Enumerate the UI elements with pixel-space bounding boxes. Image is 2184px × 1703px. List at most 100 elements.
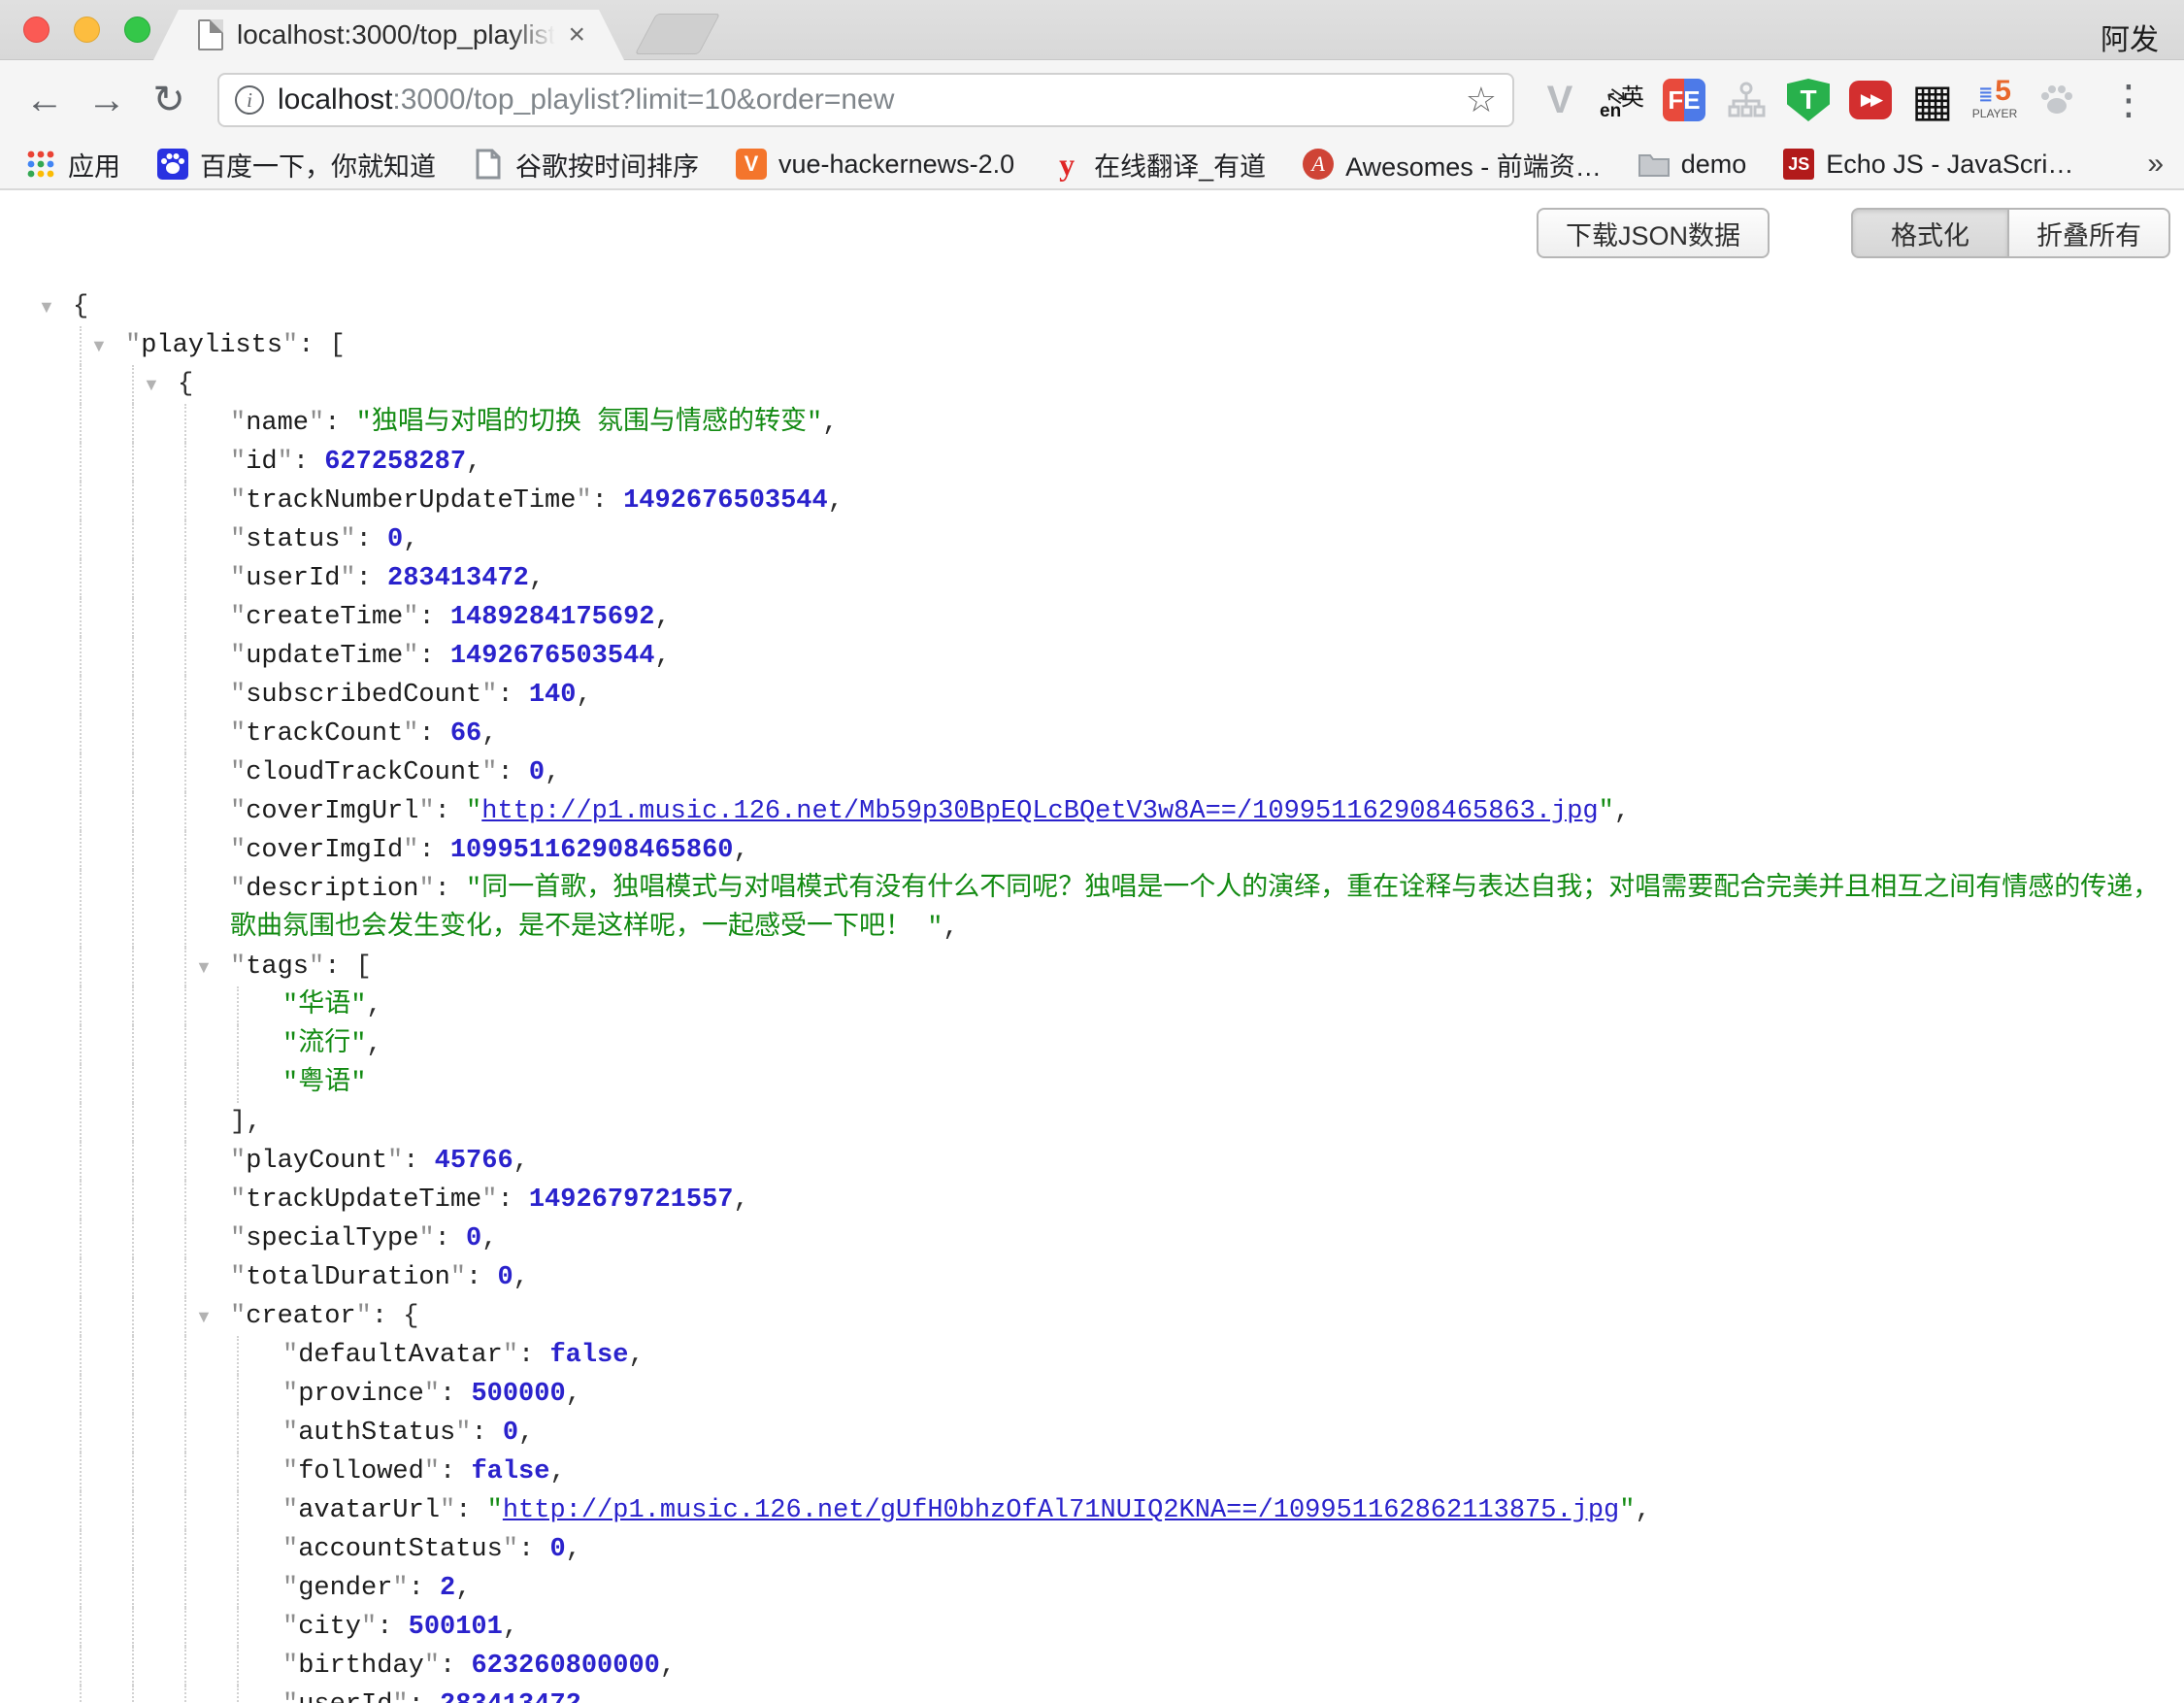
vue-devtools-extension-icon[interactable]: V — [1538, 78, 1582, 122]
json-url-link[interactable]: http://p1.music.126.net/gUfH0bhzOfAl71NU… — [503, 1496, 1619, 1525]
tab-bar: localhost:3000/top_playlist?lim × 阿发 — [0, 0, 2184, 60]
format-button[interactable]: 格式化 — [1851, 208, 2008, 258]
json-line: "粤语" — [0, 1064, 2176, 1103]
json-line: "status": 0, — [0, 520, 2176, 559]
qr-code-extension-icon[interactable]: ▦ — [1910, 78, 1955, 122]
bookmark-star-icon[interactable]: ☆ — [1466, 80, 1497, 120]
indent-guide — [184, 1569, 186, 1608]
collapse-toggle-icon[interactable]: ▼ — [195, 1297, 213, 1336]
browser-toolbar: ← → ↻ i localhost:3000/top_playlist?limi… — [0, 60, 2184, 140]
indent-guide — [80, 1258, 82, 1297]
indent-guide — [184, 1453, 186, 1491]
indent-guide — [184, 559, 186, 598]
json-line: "birthday": 623260800000, — [0, 1647, 2176, 1686]
indent-guide — [237, 1375, 239, 1414]
extensions-area: V 英 en ⇄ FE T ▶▶ ▦ — [1532, 78, 2167, 122]
json-line: "description": "同一首歌，独唱模式与对唱模式有没有什么不同呢？独… — [0, 870, 2176, 948]
indent-guide — [80, 520, 82, 559]
json-line: "specialType": 0, — [0, 1219, 2176, 1258]
fe-extension-icon[interactable]: FE — [1662, 78, 1706, 122]
browser-window: localhost:3000/top_playlist?lim × 阿发 ← →… — [0, 0, 2184, 1703]
translate-extension-icon[interactable]: 英 en ⇄ — [1600, 78, 1644, 122]
indent-guide — [184, 1064, 186, 1103]
address-bar[interactable]: i localhost:3000/top_playlist?limit=10&o… — [217, 73, 1514, 127]
indent-guide — [184, 598, 186, 637]
json-line: "华语", — [0, 986, 2176, 1025]
indent-guide — [132, 1608, 134, 1647]
json-url-link[interactable]: http://p1.music.126.net/Mb59p30BpEQLcBQe… — [481, 797, 1598, 826]
collapse-toggle-icon[interactable]: ▼ — [143, 365, 160, 404]
indent-guide — [80, 559, 82, 598]
url-path: :3000/top_playlist?limit=10&order=new — [392, 83, 894, 116]
profile-name[interactable]: 阿发 — [2101, 16, 2159, 58]
video-speed-extension-icon[interactable]: ▶▶ — [1848, 78, 1893, 122]
collapse-toggle-icon[interactable]: ▼ — [195, 948, 213, 986]
indent-guide — [132, 365, 134, 404]
indent-guide — [184, 1375, 186, 1414]
json-line: "subscribedCount": 140, — [0, 676, 2176, 715]
indent-guide — [237, 1569, 239, 1608]
browser-tab[interactable]: localhost:3000/top_playlist?lim × — [153, 10, 624, 60]
site-info-icon[interactable]: i — [235, 85, 264, 115]
json-line: "coverImgId": 109951162908465860, — [0, 831, 2176, 870]
bookmark-apps[interactable]: 应用 — [25, 146, 120, 184]
indent-guide — [80, 637, 82, 676]
indent-guide — [184, 792, 186, 831]
bookmarks-overflow-icon[interactable]: » — [2147, 148, 2164, 181]
bookmark-baidu[interactable]: 百度一下，你就知道 — [157, 146, 436, 184]
indent-guide — [80, 1647, 82, 1686]
json-tree: ▼{▼"playlists": [▼{"name": "独唱与对唱的切换 氛围与… — [0, 287, 2184, 1703]
tab-close-icon[interactable]: × — [568, 20, 585, 50]
json-line: "trackCount": 66, — [0, 715, 2176, 753]
close-window-button[interactable] — [23, 17, 50, 43]
bookmark-folder-demo[interactable]: demo — [1638, 149, 1747, 180]
indent-guide — [132, 482, 134, 520]
window-controls — [23, 17, 150, 43]
indent-guide — [132, 1336, 134, 1375]
indent-guide — [80, 1103, 82, 1142]
indent-guide — [184, 1025, 186, 1064]
indent-guide — [132, 831, 134, 870]
bookmark-youdao[interactable]: y 在线翻译_有道 — [1051, 146, 1266, 184]
indent-guide — [80, 1608, 82, 1647]
browser-menu-icon[interactable]: ⋮ — [2097, 80, 2161, 120]
reload-button[interactable]: ↻ — [142, 81, 196, 119]
bookmark-vue-hackernews[interactable]: V vue-hackernews-2.0 — [736, 149, 1014, 180]
zoom-window-button[interactable] — [124, 17, 150, 43]
indent-guide — [184, 1608, 186, 1647]
bookmark-google-sort[interactable]: 谷歌按时间排序 — [473, 146, 699, 184]
bookmark-echojs[interactable]: JS Echo JS - JavaScri… — [1783, 149, 2073, 180]
download-json-button[interactable]: 下载JSON数据 — [1537, 208, 1770, 258]
indent-guide — [132, 1530, 134, 1569]
collapse-toggle-icon[interactable]: ▼ — [38, 287, 55, 326]
indent-guide — [80, 1181, 82, 1219]
tab-title: localhost:3000/top_playlist?lim — [237, 19, 558, 50]
bookmark-awesomes[interactable]: A Awesomes - 前端资… — [1303, 146, 1602, 184]
indent-guide — [80, 482, 82, 520]
forward-button[interactable]: → — [80, 81, 134, 119]
json-line: "totalDuration": 0, — [0, 1258, 2176, 1297]
collapse-all-button[interactable]: 折叠所有 — [2008, 208, 2170, 258]
indent-guide — [80, 1142, 82, 1181]
indent-guide — [184, 1297, 186, 1336]
echojs-icon: JS — [1783, 149, 1814, 180]
json-line: "followed": false, — [0, 1453, 2176, 1491]
json-line: ▼{ — [0, 365, 2176, 404]
indent-guide — [80, 443, 82, 482]
minimize-window-button[interactable] — [74, 17, 100, 43]
back-button[interactable]: ← — [17, 81, 72, 119]
indent-guide — [80, 1219, 82, 1258]
vue-icon: V — [736, 149, 767, 180]
html5-player-extension-icon[interactable]: ≣5PLAYER — [1972, 78, 2017, 122]
json-line: "流行", — [0, 1025, 2176, 1064]
paw-extension-icon[interactable] — [2035, 78, 2079, 122]
new-tab-button[interactable] — [635, 14, 720, 54]
indent-guide — [80, 404, 82, 443]
bookmarks-bar: 应用 百度一下，你就知道 谷歌按时间排序 V vue-hackernews-2.… — [0, 140, 2184, 190]
tampermonkey-extension-icon[interactable]: T — [1786, 78, 1831, 122]
sitemap-extension-icon[interactable] — [1724, 78, 1769, 122]
indent-guide — [132, 637, 134, 676]
collapse-toggle-icon[interactable]: ▼ — [90, 326, 108, 365]
url-text[interactable]: localhost:3000/top_playlist?limit=10&ord… — [278, 83, 1456, 117]
indent-guide — [80, 1025, 82, 1064]
